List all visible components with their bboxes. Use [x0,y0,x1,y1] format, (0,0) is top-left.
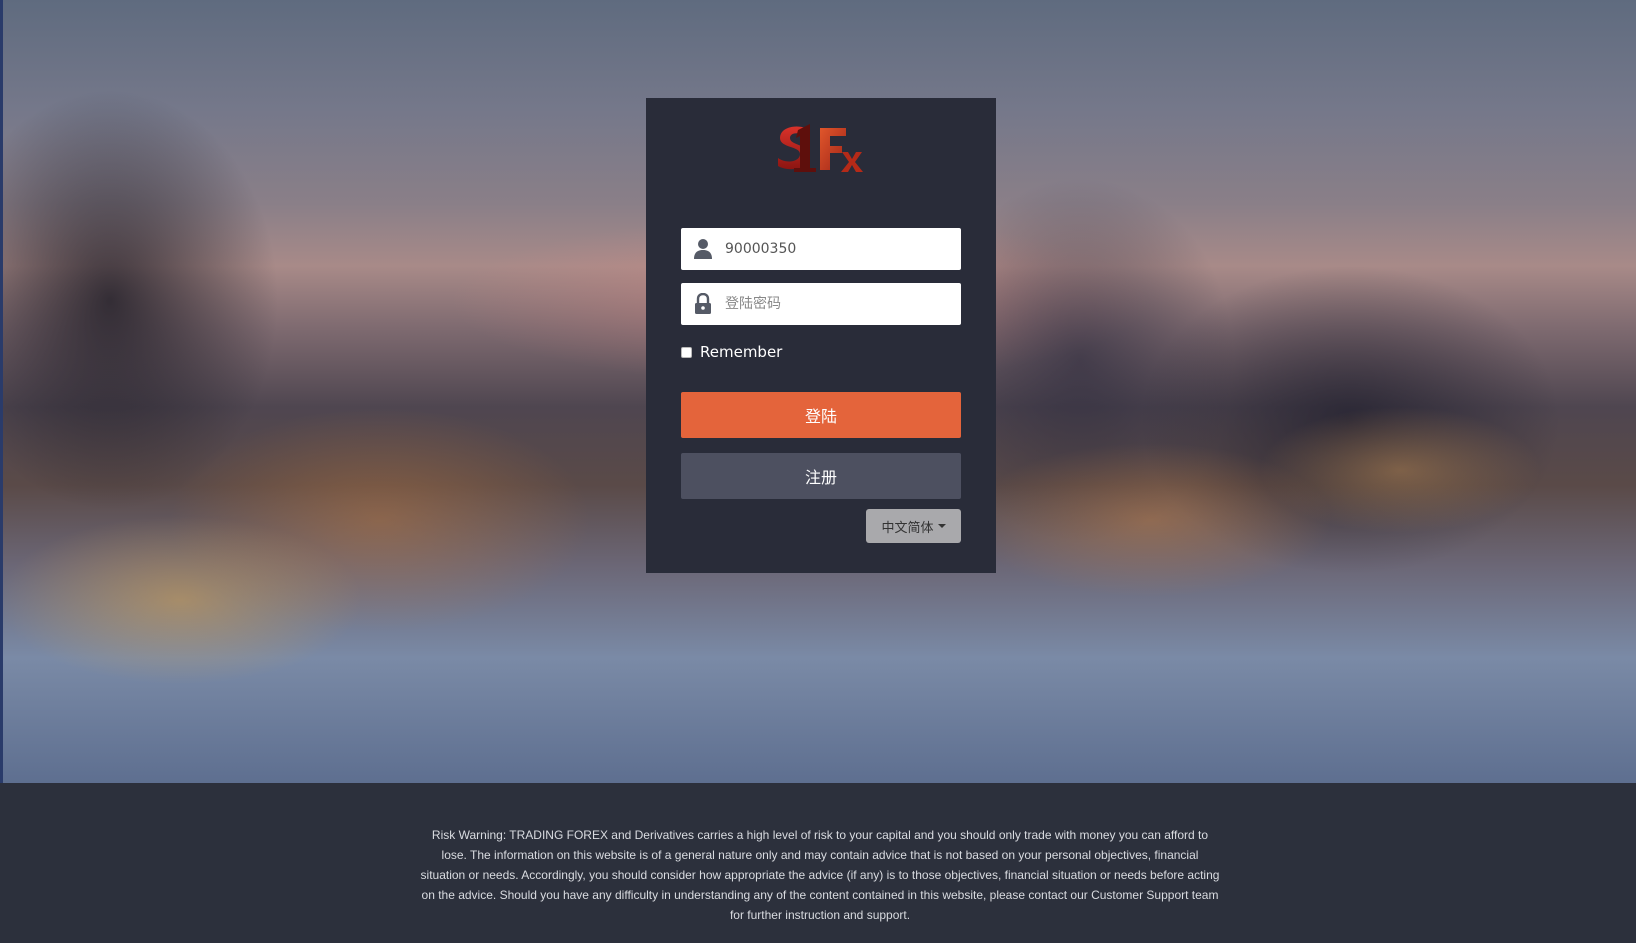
remember-row: Remember [681,342,782,362]
register-button[interactable]: 注册 [681,453,961,499]
user-icon [694,239,712,259]
lock-icon [695,293,711,314]
brand-logo [778,124,863,172]
left-edge-accent [0,0,3,783]
chevron-down-icon [937,524,946,528]
remember-label: Remember [700,343,783,361]
password-input[interactable] [725,283,953,325]
username-field [681,228,961,270]
language-label: 中文简体 [881,520,934,536]
username-input[interactable] [725,228,953,270]
login-button[interactable]: 登陆 [681,392,961,438]
risk-warning-text: Risk Warning: TRADING FOREX and Derivati… [420,828,1220,922]
remember-checkbox[interactable] [681,346,692,358]
footer: Risk Warning: TRADING FOREX and Derivati… [0,783,1636,943]
password-field [681,283,961,325]
language-selector[interactable]: 中文简体 [866,509,961,543]
login-card: Remember 登陆 注册 中文简体 [646,98,996,573]
login-page: Remember 登陆 注册 中文简体 Risk Warning: TRADIN… [0,0,1636,943]
